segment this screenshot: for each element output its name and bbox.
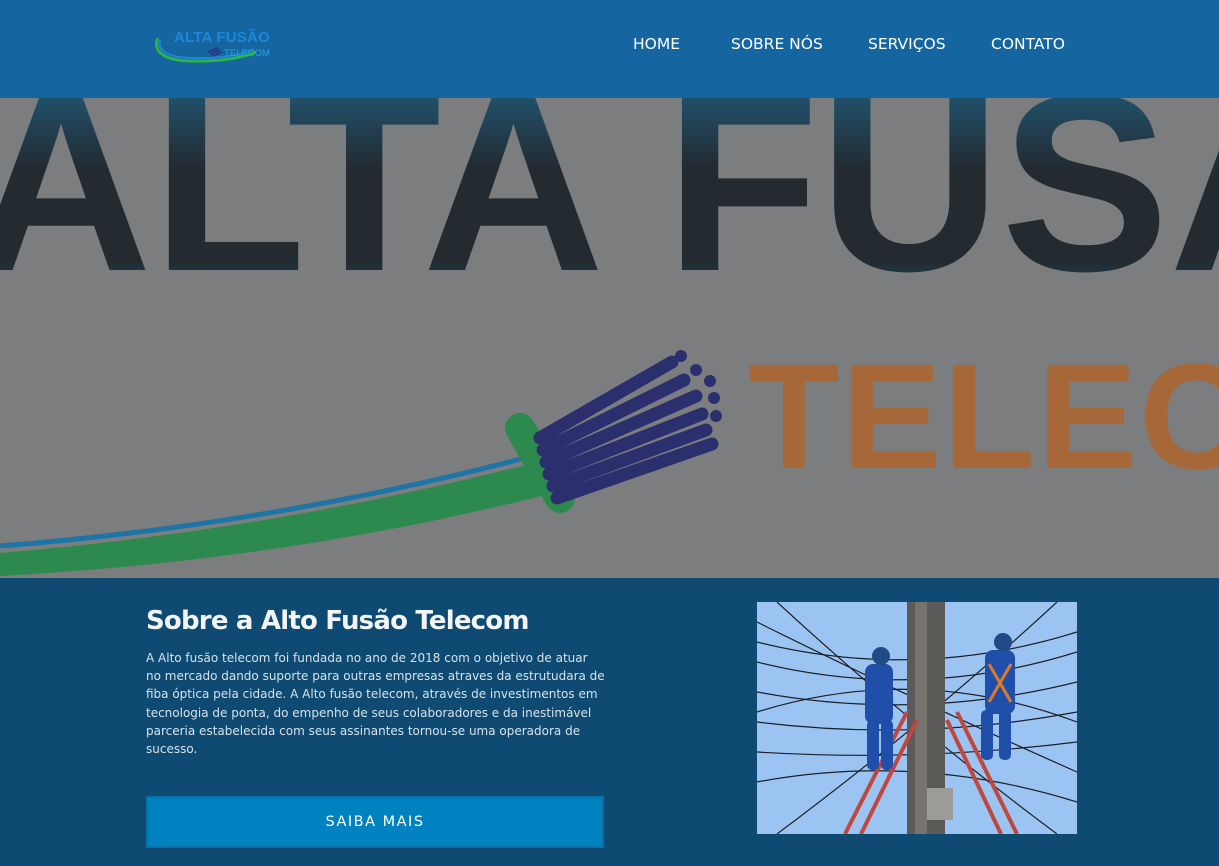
about-title: Sobre a Alto Fusão Telecom — [146, 606, 529, 636]
saiba-mais-button[interactable]: SAIBA MAIS — [146, 796, 604, 848]
site-header: ALTA FUSÃO TELECOM HOME SOBRE NÓS SERVIÇ… — [0, 0, 1219, 98]
hero-banner-title: ALTA FUSÃO — [0, 98, 1219, 324]
hero-banner-image: ALTA FUSÃO TELECOM — [0, 98, 1219, 578]
nav-sobre-nos[interactable]: SOBRE NÓS — [731, 35, 823, 53]
nav-contato[interactable]: CONTATO — [991, 35, 1065, 53]
main-nav: HOME SOBRE NÓS SERVIÇOS CONTATO — [0, 35, 1219, 55]
nav-home[interactable]: HOME — [633, 35, 680, 53]
technicians-on-pole-image — [757, 602, 1077, 834]
about-text: A Alto fusão telecom foi fundada no ano … — [146, 651, 605, 757]
about-section: Sobre a Alto Fusão Telecom A Alto fusão … — [0, 578, 1219, 866]
technicians-photo — [757, 602, 1077, 834]
hero-slider: ALTA FUSÃO TELECOM — [0, 98, 1219, 578]
nav-servicos[interactable]: SERVIÇOS — [868, 35, 946, 53]
hero-banner-subtitle: TELECOM — [748, 332, 1219, 500]
